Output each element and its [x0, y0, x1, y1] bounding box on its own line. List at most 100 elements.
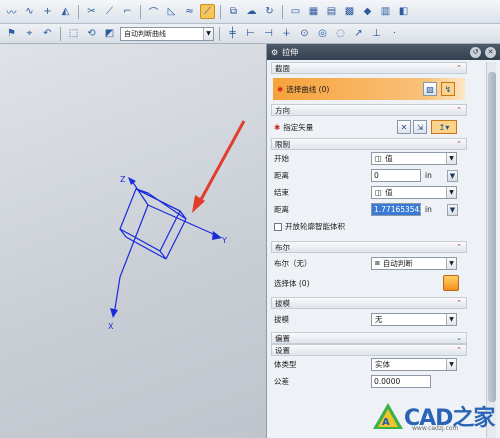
point-icon[interactable]: · [387, 26, 402, 41]
section-header-settings[interactable]: 设置 ⌃ [271, 344, 467, 356]
graphics-viewport[interactable]: Z Y X [0, 45, 266, 438]
frame-icon[interactable]: ▭ [288, 4, 303, 19]
end-point-icon[interactable]: ⊢ [243, 26, 258, 41]
draft-row: 拔模 无 ▼ [271, 309, 467, 329]
scrollbar-thumb[interactable] [488, 72, 496, 402]
chevron-down-icon: ▼ [203, 27, 213, 40]
boolean-row: 布尔（无） ⧈ 自动判断 ▼ [271, 253, 467, 273]
svg-text:A: A [382, 417, 390, 428]
snap-icon[interactable]: ⌖ [22, 26, 37, 41]
extend-icon[interactable]: ⟋ [102, 4, 117, 19]
boolean-select[interactable]: ⧈ 自动判断 ▼ [371, 256, 457, 270]
tolerance-row: 公差 0.0000 [271, 373, 467, 390]
mesh-icon[interactable]: ▤ [324, 4, 339, 19]
fillet-icon[interactable]: ⌒ [146, 4, 161, 19]
axis-x-label: X [108, 322, 114, 331]
chevron-down-icon: ▼ [446, 313, 456, 325]
green-sheet-icon[interactable]: ◆ [360, 4, 375, 19]
vector-dialog-icon[interactable]: ⇲ [413, 120, 427, 134]
plus-point-icon[interactable]: + [40, 4, 55, 19]
reset-icon[interactable]: ↺ [470, 46, 481, 58]
collapse-icon: ⌃ [456, 299, 462, 307]
start-distance-row: 距离 0 in ▼ [271, 167, 467, 184]
control-point-icon[interactable]: ∔ [279, 26, 294, 41]
dialog-title: 拉伸 [282, 47, 299, 57]
arrow-down-icon[interactable]: ▼ [447, 203, 458, 216]
vector-type-icon[interactable]: ↥▾ [431, 120, 457, 134]
end-row: 结束 ◫ 值 ▼ [271, 184, 467, 201]
reverse-direction-icon[interactable]: ✕ [397, 120, 411, 134]
perpendicular-icon[interactable]: ⊥ [369, 26, 384, 41]
end-distance-row: 距离 1.771653543 in ▼ [271, 201, 467, 218]
collapse-icon: ⌃ [456, 243, 462, 251]
chamfer-icon[interactable]: ◺ [164, 4, 179, 19]
watermark: A CAD之家 www.cadzj.com [372, 394, 500, 438]
section-header-offset[interactable]: 偏置 ⌄ [271, 332, 467, 344]
viewport-canvas: Z Y X [108, 120, 246, 331]
end-type-select[interactable]: ◫ 值 ▼ [371, 186, 457, 199]
dialog-scrollbar[interactable] [486, 62, 496, 438]
open-profile-row[interactable]: 开放轮廓智能体积 [271, 218, 467, 235]
section-header-limits[interactable]: 限制 ⌃ [271, 138, 467, 150]
annotation-arrow [196, 120, 246, 206]
collapse-icon: ⌃ [456, 106, 462, 114]
copy-icon[interactable]: ⧉ [226, 4, 241, 19]
start-type-select[interactable]: ◫ 值 ▼ [371, 152, 457, 165]
rotate-view-icon[interactable]: ↶ [40, 26, 55, 41]
spline-icon[interactable]: ∿ [22, 4, 37, 19]
arrow-down-icon[interactable]: ▼ [447, 169, 458, 182]
grid-icon[interactable]: ▩ [342, 4, 357, 19]
corner-icon[interactable]: ⌐ [120, 4, 135, 19]
section-header-section[interactable]: 截面 ⌃ [271, 62, 467, 74]
selection-toolbar: ⚑ ⌖ ↶ ⬚ ⟲ ◩ 自动判断曲线 ▼ ╪ ⊢ ⊣ ∔ ⊙ ◎ ◌ ↗ ⊥ · [0, 24, 500, 44]
center-icon[interactable]: ◎ [315, 26, 330, 41]
selected-curve-tool-icon[interactable]: ⟋ [200, 4, 215, 19]
gear-icon[interactable]: ⚙ [271, 48, 278, 57]
vector-row[interactable]: ✱ 指定矢量 ✕ ⇲ ↥▾ [271, 116, 467, 138]
quadrant-icon[interactable]: ◌ [333, 26, 348, 41]
solid-icon[interactable]: ◩ [102, 26, 117, 41]
chevron-down-icon: ▼ [446, 257, 456, 269]
tolerance-input[interactable]: 0.0000 [371, 375, 431, 388]
spectrum-icon[interactable]: ▥ [378, 4, 393, 19]
value-icon: ◫ [375, 154, 383, 163]
curve-rule-select[interactable]: 自动判断曲线 ▼ [120, 26, 214, 41]
start-distance-input[interactable]: 0 [371, 169, 421, 182]
curve-select-icon[interactable]: ↯ [441, 82, 455, 96]
sketch-curve-icon[interactable]: 〰 [4, 4, 19, 19]
box-select-icon[interactable]: ⬚ [66, 26, 81, 41]
rotate-icon[interactable]: ⟲ [84, 26, 99, 41]
shape-icon[interactable]: ◭ [58, 4, 73, 19]
select-body-cube-icon[interactable] [443, 275, 459, 291]
mid-point-icon[interactable]: ⊣ [261, 26, 276, 41]
filter-icon[interactable]: ⚑ [4, 26, 19, 41]
required-star-icon: ✱ [277, 84, 284, 94]
axis-y-label: Y [221, 236, 227, 245]
section-header-direction[interactable]: 方向 ⌃ [271, 104, 467, 116]
move-icon[interactable]: ↻ [262, 4, 277, 19]
tangent-icon[interactable]: ↗ [351, 26, 366, 41]
axis-z-label: Z [120, 175, 126, 184]
main-toolbar: 〰 ∿ + ◭ ✂ ⟋ ⌐ ⌒ ◺ ≈ ⟋ ⧉ ☁ ↻ ▭ ▦ ▤ ▩ ◆ ▥ … [0, 0, 500, 24]
select-curve-row[interactable]: ✱ 选择曲线 (0) ▧ ↯ [273, 78, 465, 100]
draft-select[interactable]: 无 ▼ [371, 312, 457, 326]
surface-icon[interactable]: ▦ [306, 4, 321, 19]
trim-icon[interactable]: ✂ [84, 4, 99, 19]
point-on-curve-icon[interactable]: ⊙ [297, 26, 312, 41]
mirror-icon[interactable]: ◧ [396, 4, 411, 19]
section-header-boolean[interactable]: 布尔 ⌃ [271, 241, 467, 253]
sketch-section-icon[interactable]: ▧ [423, 82, 437, 96]
open-profile-checkbox[interactable] [274, 222, 282, 231]
chevron-down-icon: ▼ [446, 359, 456, 370]
start-row: 开始 ◫ 值 ▼ [271, 150, 467, 167]
cloud-icon[interactable]: ☁ [244, 4, 259, 19]
dialog-titlebar: ⚙ 拉伸 ↺ ✕ [267, 44, 500, 60]
offset-curve-icon[interactable]: ≈ [182, 4, 197, 19]
end-distance-input[interactable]: 1.771653543 [371, 203, 424, 216]
body-type-select[interactable]: 实体 ▼ [371, 358, 457, 371]
intersect-icon[interactable]: ╪ [225, 26, 240, 41]
value-icon: ◫ [375, 188, 383, 197]
close-icon[interactable]: ✕ [485, 46, 496, 58]
cad-logo-icon: A [373, 403, 403, 429]
section-header-draft[interactable]: 拔模 ⌃ [271, 297, 467, 309]
